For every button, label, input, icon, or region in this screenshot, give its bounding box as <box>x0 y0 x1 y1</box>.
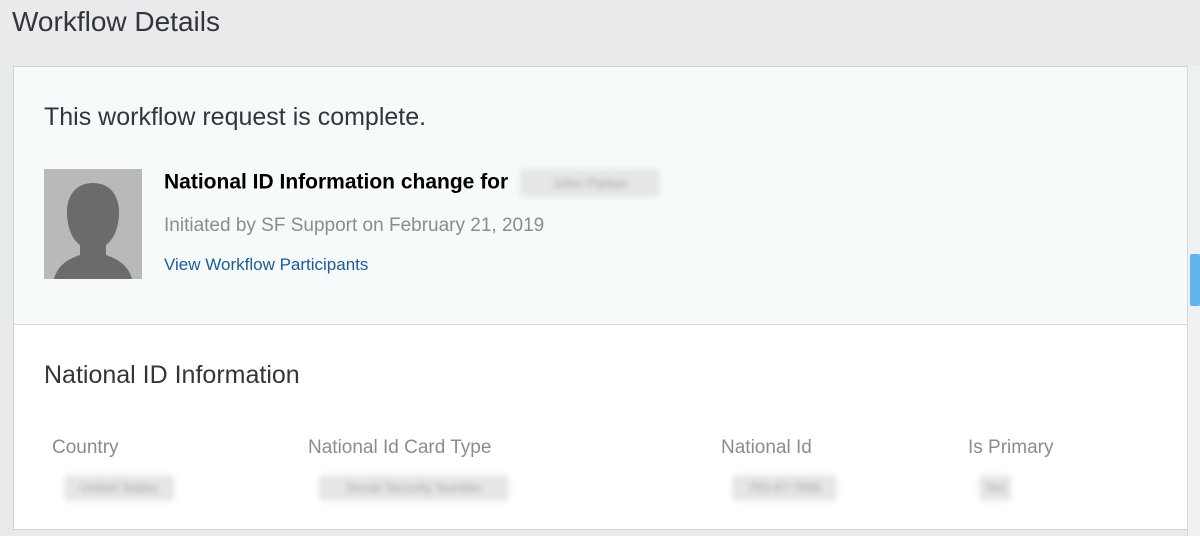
column-header-card-type: National Id Card Type <box>308 437 492 458</box>
workflow-status-text: This workflow request is complete. <box>44 103 427 131</box>
request-title-text: National ID Information change for <box>164 170 509 194</box>
avatar <box>44 169 142 279</box>
request-title: National ID Information change for John … <box>164 169 661 197</box>
subject-name[interactable]: John Parker <box>520 169 661 197</box>
value-card-type: Social Security Number <box>319 475 509 501</box>
view-participants-link[interactable]: View Workflow Participants <box>164 255 368 275</box>
column-header-country: Country <box>52 437 119 458</box>
workflow-summary: This workflow request is complete. Natio… <box>14 67 1187 325</box>
page-title: Workflow Details <box>12 6 220 37</box>
section-title: National ID Information <box>44 361 300 389</box>
column-header-is-primary: Is Primary <box>968 437 1054 458</box>
workflow-card: This workflow request is complete. Natio… <box>13 66 1188 530</box>
value-is-primary: Yes <box>979 475 1011 501</box>
scrollbar-thumb[interactable] <box>1190 254 1200 306</box>
value-country: United States <box>64 475 174 501</box>
column-header-national-id: National Id <box>721 437 812 458</box>
initiated-info: Initiated by SF Support on February 21, … <box>164 215 545 236</box>
value-national-id: 783-97-7866 <box>732 475 837 501</box>
person-silhouette-icon <box>44 169 142 279</box>
